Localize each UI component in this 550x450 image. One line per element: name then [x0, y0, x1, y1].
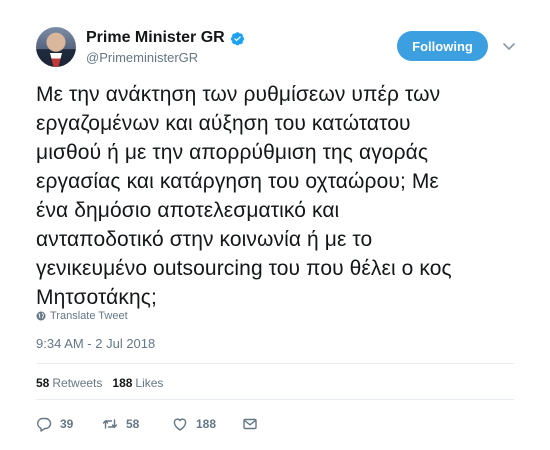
avatar[interactable] — [36, 27, 76, 67]
likes-label: Likes — [135, 376, 164, 390]
retweet-icon — [102, 419, 118, 429]
tweet-actions: 39 58 188 — [36, 416, 266, 432]
translate-tweet-label[interactable]: Translate Tweet — [50, 310, 128, 322]
display-name[interactable]: Prime Minister GR — [86, 28, 245, 48]
envelope-icon — [243, 418, 257, 430]
chevron-down-icon[interactable] — [502, 39, 516, 53]
divider — [36, 399, 514, 400]
retweet-button[interactable]: 58 — [102, 416, 172, 432]
author-names: Prime Minister GR @PrimeministerGR — [86, 28, 245, 67]
translate-tweet-link[interactable]: Translate Tweet — [36, 310, 128, 322]
tweet-card: Prime Minister GR @PrimeministerGR Follo… — [0, 0, 550, 450]
like-count: 188 — [196, 417, 217, 431]
tweet-header: Prime Minister GR @PrimeministerGR Follo… — [36, 27, 526, 71]
likes-count: 188 — [112, 376, 133, 390]
direct-message-button[interactable] — [242, 416, 266, 432]
retweet-count: 58 — [126, 417, 140, 431]
retweets-count: 58 — [36, 376, 50, 390]
globe-icon — [36, 311, 46, 321]
user-handle[interactable]: @PrimeministerGR — [86, 49, 245, 67]
reply-count: 39 — [60, 417, 74, 431]
reply-button[interactable]: 39 — [36, 416, 102, 432]
reply-icon — [37, 417, 52, 432]
tweet-text: Με την ανάκτηση των ρυθμίσεων υπέρ των ε… — [36, 83, 452, 309]
following-button[interactable]: Following — [397, 31, 488, 61]
retweets-label: Retweets — [52, 376, 103, 390]
tweet-timestamp[interactable]: 9:34 AM - 2 Jul 2018 — [36, 336, 155, 351]
tweet-stats: 58 Retweets 188 Likes — [36, 376, 173, 390]
display-name-text[interactable]: Prime Minister GR — [86, 28, 225, 48]
heart-icon — [173, 418, 187, 431]
verified-badge-icon — [230, 31, 244, 45]
likes-stat[interactable]: 188 Likes — [112, 376, 163, 390]
divider — [36, 363, 514, 364]
like-button[interactable]: 188 — [172, 416, 242, 432]
retweets-stat[interactable]: 58 Retweets — [36, 376, 102, 390]
